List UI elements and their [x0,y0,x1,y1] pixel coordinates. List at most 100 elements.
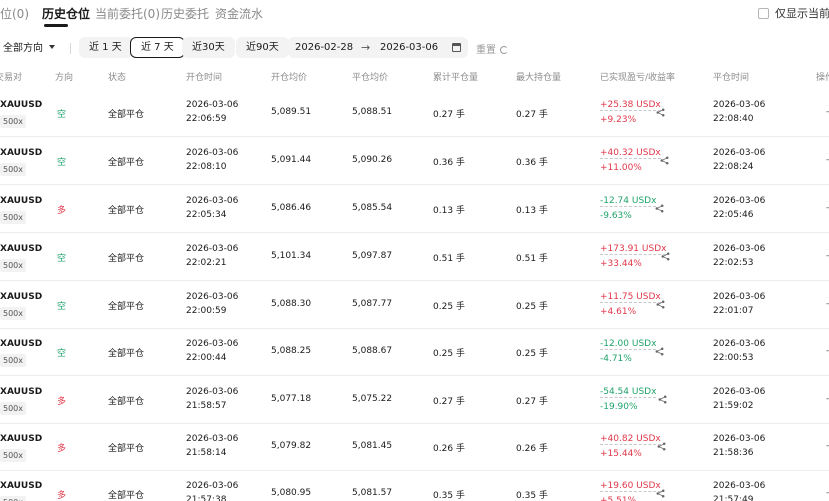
close-date: 2026-03-06 [713,387,766,397]
only-current-market-toggle[interactable]: 仅显示当前市场 [758,5,829,21]
closed-qty: 0.36 手 [433,158,465,168]
col-close-price: 平仓均价 [352,73,389,83]
max-qty: 0.13 手 [516,206,548,216]
only-current-market-checkbox[interactable] [758,7,769,19]
realized-pnl[interactable]: +40.32 USDx [600,148,661,159]
period-7d-button[interactable]: 近 7 天 [130,37,185,58]
status: 全部平仓 [108,206,145,216]
open-date: 2026-03-06 [186,339,239,349]
open-time: 21:58:57 [186,401,227,411]
tab-open-orders[interactable]: 当前委托(0) [95,5,160,22]
table-row: XAUUSD 500x 空 全部平仓 2026-03-06 22:00:44 5… [0,329,829,376]
close-time: 21:58:36 [713,448,754,458]
table-row: XAUUSD 500x 多 全部平仓 2026-03-06 22:05:34 5… [0,186,829,233]
period-30d-button[interactable]: 近30天 [182,37,235,58]
share-icon[interactable] [656,489,665,498]
share-icon[interactable] [655,347,664,356]
tab-order-history[interactable]: 历史委托 [161,5,209,22]
realized-pnl[interactable]: +173.91 USDx [600,244,667,255]
share-icon[interactable] [656,300,665,309]
col-direction: 方向 [55,73,74,83]
open-date: 2026-03-06 [186,196,239,206]
open-price: 5,089.51 [271,107,312,117]
direction: 空 [57,110,67,120]
realized-pnl[interactable]: +11.75 USDx [600,292,661,303]
status: 全部平仓 [108,444,145,454]
close-price: 5,090.26 [352,155,393,165]
col-open-time: 开仓时间 [186,73,223,83]
realized-pnl[interactable]: +19.60 USDx [600,481,661,492]
calendar-icon[interactable] [452,43,461,52]
close-time: 22:00:53 [713,353,754,363]
symbol: XAUUSD [0,244,43,254]
share-icon[interactable] [660,156,669,165]
leverage-badge: 500x [0,496,27,501]
share-icon[interactable] [657,442,666,451]
leverage-badge: 500x [0,163,27,176]
tab-fund-flow[interactable]: 资金流水 [215,5,263,22]
table-row: XAUUSD 500x 空 全部平仓 2026-03-06 22:08:10 5… [0,138,829,185]
open-time: 22:05:34 [186,210,227,220]
col-close-time: 平仓时间 [713,73,750,83]
close-date: 2026-03-06 [713,100,766,110]
symbol: XAUUSD [0,100,43,110]
open-date: 2026-03-06 [186,434,239,444]
closed-qty: 0.26 手 [433,444,465,454]
leverage-badge: 500x [0,402,27,415]
close-date: 2026-03-06 [713,148,766,158]
reset-button[interactable]: 重置 [476,41,508,56]
share-icon[interactable] [658,395,667,404]
max-qty: 0.51 手 [516,254,548,264]
realized-pnl[interactable]: +40.82 USDx [600,434,661,445]
closed-qty: 0.13 手 [433,206,465,216]
symbol: XAUUSD [0,196,43,206]
open-date: 2026-03-06 [186,244,239,254]
symbol: XAUUSD [0,387,43,397]
date-to[interactable]: 2026-03-06 [380,37,438,58]
share-icon[interactable] [655,204,664,213]
direction-select-label: 全部方向 [3,43,43,54]
close-time: 21:59:02 [713,401,754,411]
realized-pnl[interactable]: -12.00 USDx [600,339,657,350]
period-90d-button[interactable]: 近90天 [236,37,289,58]
close-price: 5,075.22 [352,394,393,404]
realized-pnl[interactable]: -54.54 USDx [600,387,657,398]
status: 全部平仓 [108,254,145,264]
direction-select[interactable]: 全部方向 [3,39,55,54]
roi: -9.63% [600,211,632,221]
open-price: 5,088.25 [271,346,312,356]
tab-position-history[interactable]: 历史仓位 [42,5,90,22]
open-date: 2026-03-06 [186,387,239,397]
date-from[interactable]: 2026-02-28 [295,37,353,58]
share-icon[interactable] [661,252,670,261]
roi: +5.51% [600,496,637,501]
close-date: 2026-03-06 [713,481,766,491]
realized-pnl[interactable]: -12.74 USDx [600,196,657,207]
table-row: XAUUSD 500x 空 全部平仓 2026-03-06 22:00:59 5… [0,282,829,329]
leverage-badge: 500x [0,449,27,462]
open-date: 2026-03-06 [186,100,239,110]
symbol: XAUUSD [0,292,43,302]
direction: 空 [57,254,67,264]
only-current-market-label: 仅显示当前市场 [775,7,829,20]
max-qty: 0.25 手 [516,349,548,359]
realized-pnl[interactable]: +25.38 USDx [600,100,661,111]
direction: 多 [57,206,67,216]
tab-positions[interactable]: 仓位(0) [0,5,29,22]
share-icon[interactable] [656,108,665,117]
open-time: 22:02:21 [186,258,227,268]
period-1d-button[interactable]: 近 1 天 [79,37,132,58]
open-price: 5,080.95 [271,488,312,498]
active-tab-indicator [44,24,68,27]
col-status: 状态 [108,73,127,83]
symbol: XAUUSD [0,148,43,158]
open-time: 22:00:44 [186,353,227,363]
direction: 多 [57,397,67,407]
date-range-picker[interactable]: 2026-02-28 → 2026-03-06 [288,37,468,58]
symbol: XAUUSD [0,434,43,444]
close-date: 2026-03-06 [713,244,766,254]
close-time: 22:08:24 [713,162,754,172]
max-qty: 0.36 手 [516,158,548,168]
open-date: 2026-03-06 [186,148,239,158]
open-price: 5,079.82 [271,441,312,451]
